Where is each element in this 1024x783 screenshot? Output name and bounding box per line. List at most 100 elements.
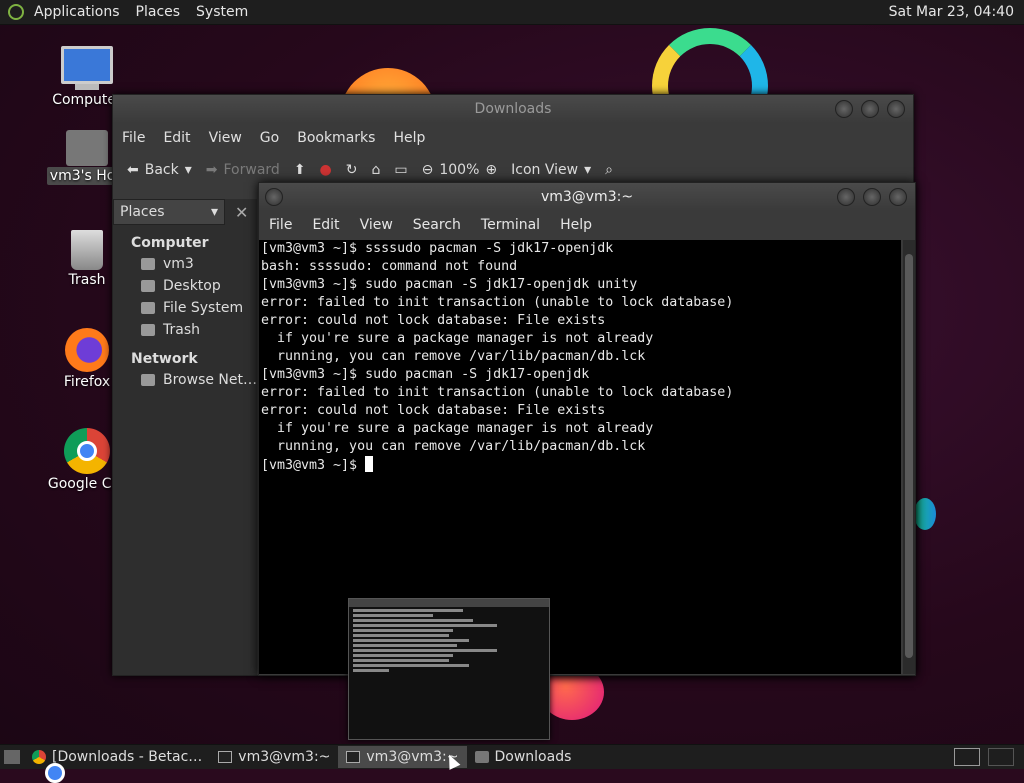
sidebar-item-label: Browse Net… <box>163 372 257 388</box>
menu-file[interactable]: File <box>113 130 154 146</box>
menu-file[interactable]: File <box>259 217 302 233</box>
menu-view[interactable]: View <box>350 217 403 233</box>
sidebar-item-browse-network[interactable]: Browse Net… <box>113 369 257 391</box>
menu-go[interactable]: Go <box>251 130 288 146</box>
zoom-out-icon[interactable]: ⊖ <box>422 162 434 178</box>
thumbnail-line <box>353 644 457 647</box>
places-menu[interactable]: Places <box>128 4 189 20</box>
clock[interactable]: Sat Mar 23, 04:40 <box>889 4 1024 20</box>
arrow-right-icon: ➡ <box>205 162 218 178</box>
thumbnail-line <box>353 619 473 622</box>
menu-view[interactable]: View <box>200 130 251 146</box>
system-menu[interactable]: System <box>188 4 256 20</box>
taskbar-item-downloads[interactable]: Downloads <box>467 746 580 768</box>
sidebar-section-network: Network <box>131 351 198 367</box>
window-title: vm3@vm3:~ <box>540 189 634 205</box>
terminal-titlebar[interactable]: vm3@vm3:~ <box>259 183 915 211</box>
chrome-icon <box>64 428 110 474</box>
thumbnail-line <box>353 664 469 667</box>
applications-menu[interactable]: Applications <box>26 4 128 20</box>
trash-icon <box>141 324 155 336</box>
file-manager-titlebar[interactable]: Downloads <box>113 95 913 123</box>
taskbar-item-label: [Downloads - Betac… <box>52 749 203 765</box>
file-manager-menubar: File Edit View Go Bookmarks Help <box>113 123 913 153</box>
places-label: Places <box>120 204 165 220</box>
maximize-button[interactable] <box>863 188 881 206</box>
top-panel: Applications Places System Sat Mar 23, 0… <box>0 0 1024 25</box>
close-button[interactable] <box>887 100 905 118</box>
firefox-icon <box>65 328 109 372</box>
sidebar-item-desktop[interactable]: Desktop <box>113 275 257 297</box>
scrollbar-thumb[interactable] <box>905 254 913 658</box>
chevron-down-icon: ▾ <box>210 204 218 220</box>
terminal-icon <box>218 751 233 763</box>
stop-icon[interactable]: ● <box>316 162 336 178</box>
taskbar-item-label: Downloads <box>494 749 572 765</box>
network-icon <box>141 374 155 386</box>
forward-button[interactable]: ➡ Forward <box>202 162 284 178</box>
zoom-in-icon[interactable]: ⊕ <box>485 162 497 178</box>
terminal-line: [vm3@vm3 ~]$ sudo pacman -S jdk17-openjd… <box>261 277 638 292</box>
places-dropdown[interactable]: Places ▾ <box>113 199 225 225</box>
window-preview-thumbnail <box>348 598 550 740</box>
sidebar-item-trash[interactable]: Trash <box>113 319 257 341</box>
terminal-line: if you're sure a package manager is not … <box>261 331 654 346</box>
thumbnail-line <box>353 614 433 617</box>
menu-help[interactable]: Help <box>550 217 602 233</box>
thumbnail-line <box>353 669 389 672</box>
thumbnail-line <box>353 649 497 652</box>
terminal-line: running, you can remove /var/lib/pacman/… <box>261 349 646 364</box>
terminal-prompt-line: [vm3@vm3 ~]$ <box>261 456 899 474</box>
terminal-icon <box>346 751 361 763</box>
view-mode-select[interactable]: Icon View ▾ <box>507 162 595 178</box>
back-label: Back <box>144 162 179 178</box>
chevron-down-icon[interactable]: ▾ <box>185 162 192 178</box>
taskbar-item-label: vm3@vm3:~ <box>238 749 331 765</box>
maximize-button[interactable] <box>861 100 879 118</box>
zoom-control[interactable]: ⊖ 100% ⊕ <box>418 162 502 178</box>
thumbnail-line <box>353 629 453 632</box>
reload-icon[interactable]: ↻ <box>342 162 362 178</box>
places-sidebar: Places ▾ ✕ Computer vm3 Desktop File Sys… <box>113 199 257 675</box>
menu-edit[interactable]: Edit <box>302 217 349 233</box>
zoom-level: 100% <box>439 162 480 178</box>
terminal-line: error: could not lock database: File exi… <box>261 403 606 418</box>
terminal-scrollbar[interactable] <box>903 240 915 674</box>
sidebar-item-vm3[interactable]: vm3 <box>113 253 257 275</box>
menu-edit[interactable]: Edit <box>154 130 199 146</box>
workspace-switcher-1[interactable] <box>954 748 980 766</box>
computer-icon <box>61 46 113 84</box>
distro-logo-icon[interactable] <box>8 4 24 20</box>
drive-icon <box>141 302 155 314</box>
thumbnail-line <box>353 609 463 612</box>
text-cursor <box>365 456 374 472</box>
wallpaper-blue-blob <box>914 498 936 530</box>
sidebar-item-label: Trash <box>163 322 200 338</box>
menu-bookmarks[interactable]: Bookmarks <box>288 130 384 146</box>
taskbar-item-browser[interactable]: [Downloads - Betac… <box>24 746 210 783</box>
desktop-folder-icon <box>141 280 155 292</box>
menu-help[interactable]: Help <box>384 130 434 146</box>
minimize-button[interactable] <box>835 100 853 118</box>
thumbnail-menubar <box>349 599 549 607</box>
terminal-menubar: File Edit View Search Terminal Help <box>259 211 915 239</box>
up-icon[interactable]: ⬆ <box>290 162 310 178</box>
taskbar-item-terminal-1[interactable]: vm3@vm3:~ <box>210 746 338 768</box>
back-button[interactable]: ⬅ Back ▾ <box>123 162 196 178</box>
minimize-button[interactable] <box>837 188 855 206</box>
thumbnail-line <box>353 654 453 657</box>
search-icon[interactable]: ⌕ <box>601 162 617 178</box>
close-icon[interactable]: ✕ <box>235 203 248 222</box>
sidebar-item-file-system[interactable]: File System <box>113 297 257 319</box>
workspace-switcher-2[interactable] <box>988 748 1014 766</box>
menu-search[interactable]: Search <box>403 217 471 233</box>
menu-terminal[interactable]: Terminal <box>471 217 550 233</box>
show-desktop-icon[interactable] <box>4 750 20 764</box>
thumbnail-line <box>353 639 469 642</box>
window-menu-button[interactable] <box>265 188 283 206</box>
computer-small-icon[interactable]: ▭ <box>390 162 411 178</box>
chevron-down-icon: ▾ <box>584 162 592 178</box>
home-icon[interactable]: ⌂ <box>368 162 385 178</box>
terminal-line: error: failed to init transaction (unabl… <box>261 385 734 400</box>
close-button[interactable] <box>889 188 907 206</box>
